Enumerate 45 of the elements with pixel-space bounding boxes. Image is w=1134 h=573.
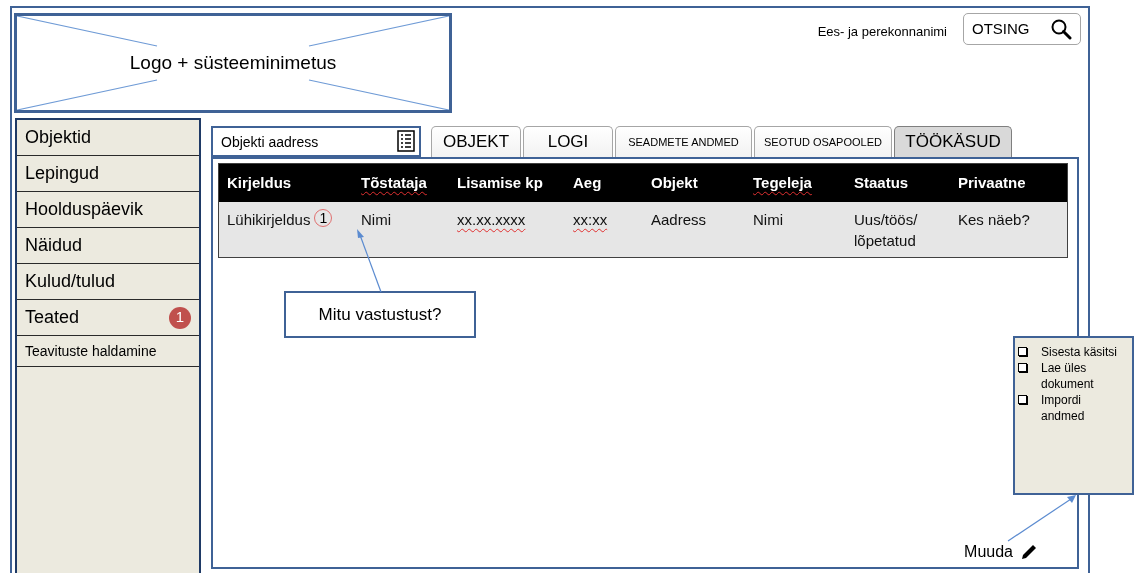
search-icon [1050, 18, 1072, 40]
tab[interactable]: OBJEKT [431, 126, 521, 157]
tab[interactable]: TÖÖKÄSUD [894, 126, 1012, 157]
table-cell-text: xx:xx [573, 210, 608, 230]
sidebar-item[interactable]: Lepingud [17, 156, 199, 192]
column-header: Staatus [854, 174, 909, 191]
logo-text: Logo + süsteeminimetus [129, 50, 337, 75]
sidebar-item[interactable]: Objektid [17, 120, 199, 156]
notification-badge: 1 [169, 306, 191, 329]
table-cell-text: Uus/töös/ lõpetatud [854, 210, 919, 251]
sidebar-item[interactable]: Teated 1 [17, 300, 199, 336]
column-header: Aeg [573, 174, 602, 191]
user-name: Ees- ja perekonnanimi [817, 23, 947, 41]
column-header: Kirjeldus [227, 174, 292, 191]
tab[interactable]: SEADMETE ANDMED [615, 126, 752, 157]
option-label: Lae üles dokument [1041, 360, 1095, 392]
table-cell-text: Kes näeb? [958, 210, 1030, 230]
checkbox[interactable] [1018, 363, 1027, 372]
checkbox[interactable] [1018, 395, 1027, 404]
list-icon [397, 130, 415, 152]
column-header: Tõstataja [361, 174, 427, 191]
option-label: Impordi andmed [1041, 392, 1086, 424]
sidebar-item[interactable]: Hoolduspäevik [17, 192, 199, 228]
tab[interactable]: LOGI [523, 126, 613, 157]
table-cell-text: xx.xx.xxxx [457, 210, 526, 230]
leader-line [1007, 494, 1077, 542]
sidebar-item[interactable]: Näidud [17, 228, 199, 264]
option-label: Sisesta käsitsi [1041, 344, 1119, 360]
column-header: Tegeleja [753, 174, 812, 191]
column-header: Lisamise kp [457, 174, 543, 191]
column-header: Privaatne [958, 174, 1026, 191]
pencil-icon [1019, 542, 1039, 562]
table-cell-text: Nimi [753, 210, 783, 230]
search-button[interactable]: OTSING [963, 13, 1081, 45]
table-cell-text: Nimi [361, 210, 391, 230]
table-cell-text: Aadress [651, 210, 707, 230]
sidebar-item[interactable]: Kulud/tulud [17, 264, 199, 300]
sidebar-item[interactable]: Teavituste haldamine [17, 336, 199, 367]
tab[interactable]: SEOTUD OSAPOOLED [754, 126, 892, 157]
callout-text: Mitu vastustust? [318, 303, 442, 326]
edit-link[interactable]: Muuda [964, 540, 1013, 564]
checkbox[interactable] [1018, 347, 1027, 356]
table-cell-text: Lühikirjeldus [227, 210, 311, 230]
address-field[interactable]: Objekti aadress [211, 126, 421, 157]
column-header: Objekt [651, 174, 698, 191]
